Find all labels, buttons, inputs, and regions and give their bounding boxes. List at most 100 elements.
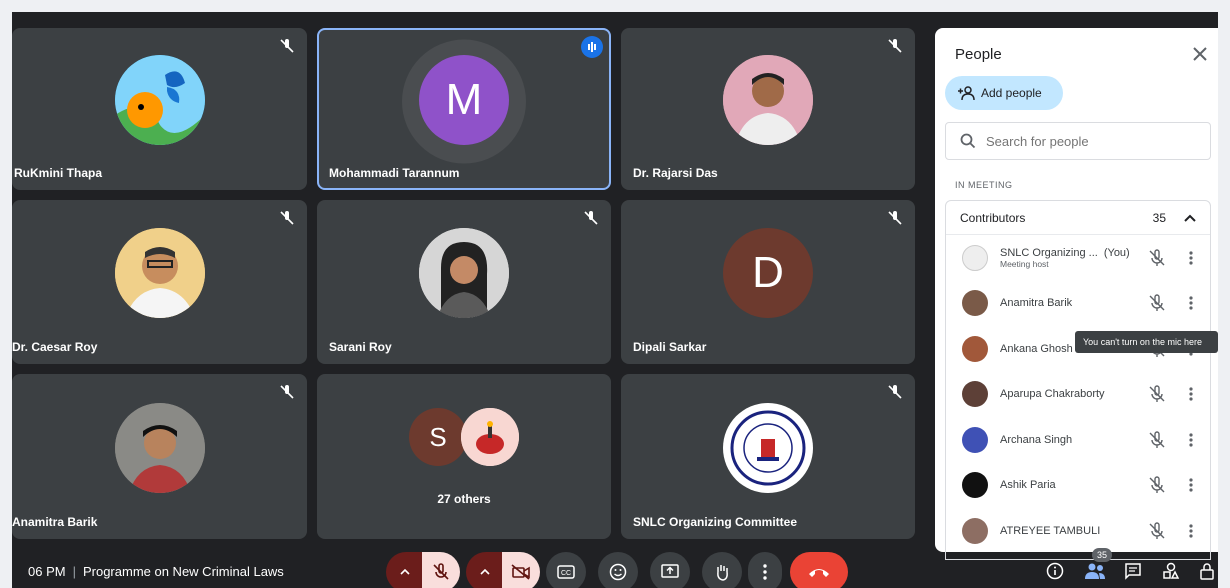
captions-icon: CC bbox=[557, 565, 575, 579]
people-button[interactable]: 35 bbox=[1084, 548, 1113, 585]
photo-avatar bbox=[114, 228, 205, 318]
participant-row[interactable]: Anamitra Barik bbox=[946, 281, 1210, 327]
end-call-icon bbox=[809, 569, 829, 577]
college-seal-avatar bbox=[723, 402, 813, 493]
hand-icon bbox=[717, 565, 728, 581]
search-input[interactable] bbox=[986, 133, 1186, 149]
participant-tile[interactable]: D Dipali Sarkar bbox=[621, 200, 915, 364]
mic-off-icon bbox=[888, 39, 902, 53]
participant-name: RuKmini Thapa bbox=[14, 166, 103, 180]
people-icon bbox=[1085, 563, 1105, 579]
shapes-icon bbox=[1163, 562, 1180, 579]
emoji-icon bbox=[609, 563, 627, 581]
more-vert-icon[interactable] bbox=[1184, 432, 1198, 448]
participant-name: Dr. Rajarsi Das bbox=[633, 166, 718, 180]
meet-window: RuKmini Thapa M Mohammadi Tarannum Dr. R… bbox=[12, 12, 1218, 588]
participant-row[interactable]: Aparupa Chakraborty bbox=[946, 372, 1210, 418]
search-box[interactable] bbox=[945, 122, 1211, 160]
mic-off-icon[interactable] bbox=[1148, 431, 1166, 449]
clock-time: 06 PM bbox=[28, 564, 66, 579]
others-tile[interactable]: S 27 others bbox=[317, 374, 611, 539]
chevron-up-icon bbox=[480, 569, 490, 575]
present-icon bbox=[661, 564, 679, 578]
add-people-button[interactable]: Add people bbox=[945, 76, 1063, 110]
more-vert-icon[interactable] bbox=[1184, 477, 1198, 493]
butterfly-avatar bbox=[114, 55, 205, 145]
add-people-label: Add people bbox=[981, 86, 1042, 100]
cake-avatar bbox=[461, 408, 519, 466]
info-icon bbox=[1046, 562, 1064, 580]
participant-tile[interactable]: SNLC Organizing Committee bbox=[621, 374, 915, 539]
participant-row-name: Anamitra Barik bbox=[1000, 297, 1073, 310]
participant-row-name: Aparupa Chakraborty bbox=[1000, 388, 1105, 401]
chat-button[interactable] bbox=[1124, 562, 1142, 585]
meeting-details-button[interactable] bbox=[1046, 562, 1064, 585]
letter-avatar: S bbox=[409, 408, 467, 466]
more-vert-icon bbox=[763, 564, 767, 580]
chat-icon bbox=[1125, 563, 1141, 580]
contributors-header[interactable]: Contributors 35 bbox=[946, 201, 1210, 235]
camera-options-button[interactable] bbox=[466, 552, 504, 588]
mic-toggle-button[interactable] bbox=[422, 552, 460, 588]
photo-avatar bbox=[723, 55, 813, 145]
avatar bbox=[962, 244, 988, 271]
more-options-button[interactable] bbox=[748, 552, 782, 588]
avatar bbox=[962, 381, 988, 408]
participant-row[interactable]: ATREYEE TAMBULI bbox=[946, 508, 1210, 554]
mic-tooltip: You can't turn on the mic here bbox=[1075, 331, 1218, 353]
in-meeting-label: IN MEETING bbox=[955, 180, 1013, 190]
participant-row[interactable]: Archana Singh bbox=[946, 417, 1210, 463]
participant-row-name: Archana Singh bbox=[1000, 433, 1073, 446]
mic-off-icon[interactable] bbox=[1148, 385, 1166, 403]
participant-tile[interactable]: Sarani Roy bbox=[317, 200, 611, 364]
participant-name: Dr. Caesar Roy bbox=[12, 340, 98, 354]
photo-avatar bbox=[114, 402, 205, 493]
group-count: 35 bbox=[1152, 210, 1166, 225]
mic-off-icon bbox=[888, 385, 902, 399]
participant-tile-active[interactable]: M Mohammadi Tarannum bbox=[317, 28, 611, 190]
reactions-button[interactable] bbox=[598, 552, 638, 588]
participant-row[interactable]: SNLC Organizing ... (You) Meeting host bbox=[946, 235, 1210, 281]
mic-off-icon[interactable] bbox=[1148, 294, 1166, 312]
letter-avatar: D bbox=[723, 228, 813, 318]
participant-tile[interactable]: Anamitra Barik bbox=[12, 374, 307, 539]
participant-row[interactable]: Ashik Paria bbox=[946, 463, 1210, 509]
participant-tile[interactable]: RuKmini Thapa bbox=[12, 28, 307, 190]
photo-avatar bbox=[419, 228, 509, 318]
captions-button[interactable]: CC bbox=[546, 552, 586, 588]
more-vert-icon[interactable] bbox=[1184, 295, 1198, 311]
people-panel: People Add people IN MEETING Contributor… bbox=[935, 28, 1218, 560]
participant-name: Dipali Sarkar bbox=[633, 340, 707, 354]
more-vert-icon[interactable] bbox=[1184, 386, 1198, 402]
leave-call-button[interactable] bbox=[790, 552, 848, 588]
avatar bbox=[962, 426, 988, 453]
mic-off-icon bbox=[433, 563, 449, 580]
present-button[interactable] bbox=[650, 552, 690, 588]
more-vert-icon[interactable] bbox=[1184, 250, 1198, 266]
activities-button[interactable] bbox=[1162, 562, 1180, 585]
participant-tile[interactable]: Dr. Rajarsi Das bbox=[621, 28, 915, 190]
group-label: Contributors bbox=[960, 210, 1026, 225]
bottom-control-bar: 06 PM | Programme on New Criminal Laws CC bbox=[12, 548, 1218, 588]
mic-off-icon[interactable] bbox=[1148, 522, 1166, 540]
others-count: 27 others bbox=[437, 492, 491, 506]
more-vert-icon[interactable] bbox=[1184, 523, 1198, 539]
chevron-up-icon[interactable] bbox=[1184, 214, 1196, 222]
mic-off-icon[interactable] bbox=[1148, 249, 1166, 267]
participant-tile[interactable]: Dr. Caesar Roy bbox=[12, 200, 307, 364]
svg-text:CC: CC bbox=[561, 570, 571, 577]
mic-options-button[interactable] bbox=[386, 552, 424, 588]
mic-off-icon bbox=[280, 211, 294, 225]
host-controls-button[interactable] bbox=[1198, 562, 1216, 585]
letter-avatar: M bbox=[419, 55, 509, 145]
mic-off-icon[interactable] bbox=[1148, 476, 1166, 494]
participant-name: Anamitra Barik bbox=[12, 515, 98, 529]
close-icon[interactable] bbox=[1188, 42, 1212, 66]
chevron-up-icon bbox=[400, 569, 410, 575]
person-add-icon bbox=[958, 86, 975, 101]
mic-off-icon bbox=[584, 211, 598, 225]
host-label: Meeting host bbox=[1000, 258, 1049, 269]
raise-hand-button[interactable] bbox=[702, 552, 742, 588]
camera-toggle-button[interactable] bbox=[502, 552, 540, 588]
participant-name: SNLC Organizing Committee bbox=[633, 515, 798, 529]
